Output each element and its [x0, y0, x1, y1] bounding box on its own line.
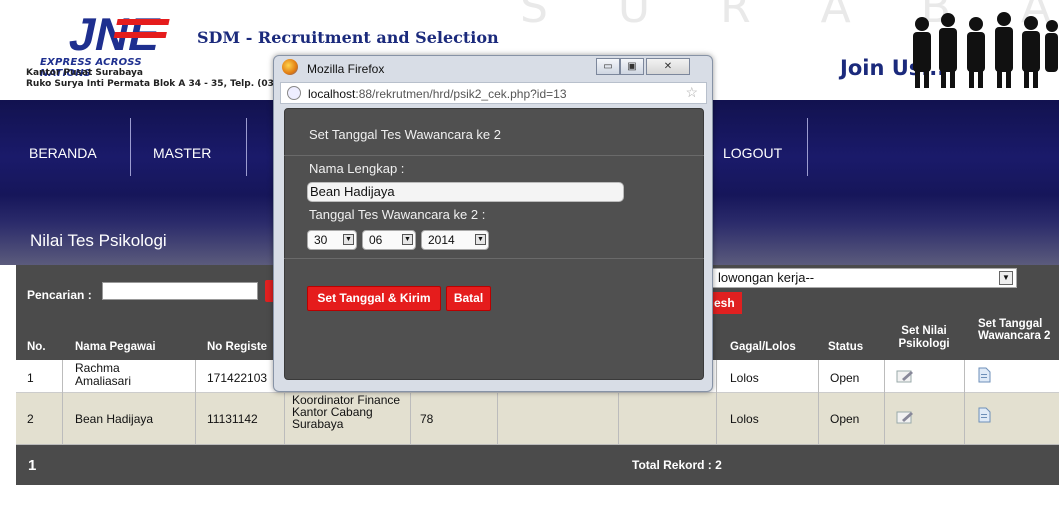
- table-footer: [16, 445, 1059, 485]
- window-title: Mozilla Firefox: [307, 62, 385, 76]
- date-label: Tanggal Tes Wawancara ke 2 :: [309, 207, 486, 222]
- day-select[interactable]: 30 ▼: [307, 230, 357, 250]
- divider: [284, 258, 704, 259]
- cell-gagal-lolos: Lolos: [730, 371, 759, 385]
- logo-red-stripe: [113, 32, 167, 38]
- page-title: Nilai Tes Psikologi: [30, 231, 167, 250]
- col-header-gagal-lolos: Gagal/Lolos: [730, 341, 796, 353]
- column-divider: [62, 360, 63, 445]
- col-header-noreg: No Registe: [207, 341, 268, 353]
- chevron-down-icon: ▼: [402, 234, 413, 245]
- cell-gagal-lolos: Lolos: [730, 412, 759, 426]
- firefox-icon: [282, 59, 298, 75]
- nav-item-beranda[interactable]: BERANDA: [29, 145, 97, 161]
- nav-item-logout[interactable]: LOGOUT: [723, 145, 782, 161]
- column-divider: [964, 360, 965, 445]
- window-titlebar[interactable]: Mozilla Firefox ▭ ▣ ✕: [274, 56, 712, 80]
- day-select-value: 30: [314, 233, 328, 247]
- cell-nama: Bean Hadijaya: [75, 412, 154, 426]
- footer-spacer: [16, 485, 1059, 509]
- year-select[interactable]: 2014 ▼: [421, 230, 489, 250]
- col-header-set-tanggal: Set Tanggal Wawancara 2: [978, 318, 1051, 342]
- logo-red-stripe: [116, 19, 170, 25]
- globe-icon: [287, 86, 301, 100]
- nav-separator: [807, 118, 808, 176]
- dialog-title: Set Tanggal Tes Wawancara ke 2: [309, 127, 501, 142]
- nav-separator: [246, 118, 247, 176]
- nav-separator: [130, 118, 131, 176]
- month-select-value: 06: [369, 233, 383, 247]
- edit-icon[interactable]: [896, 410, 914, 424]
- bookmark-star-icon[interactable]: ☆: [685, 84, 698, 101]
- edit-icon[interactable]: [896, 369, 914, 383]
- column-divider: [716, 360, 717, 445]
- column-divider: [497, 393, 498, 445]
- year-select-value: 2014: [428, 233, 455, 247]
- people-silhouette-icon: [913, 12, 1058, 88]
- column-divider: [195, 360, 196, 445]
- column-divider: [410, 393, 411, 445]
- cell-nilai: 78: [420, 412, 434, 426]
- chevron-down-icon: ▼: [343, 234, 354, 245]
- search-input[interactable]: [102, 282, 258, 300]
- cell-status: Open: [830, 412, 860, 426]
- office-address: Ruko Surya Inti Permata Blok A 34 - 35, …: [26, 79, 274, 89]
- divider: [284, 155, 704, 156]
- app-title: SDM - Recruitment and Selection: [197, 28, 499, 47]
- cell-jabatan: Koordinator Finance Kantor Cabang Suraba…: [292, 393, 401, 431]
- window-controls: ▭ ▣ ✕: [596, 58, 692, 75]
- office-name: Kantor Pusat Surabaya: [26, 68, 143, 78]
- firefox-popup-window: Mozilla Firefox ▭ ▣ ✕ localhost:88/rekru…: [273, 55, 713, 392]
- url-path: :88/rekrutmen/hrd/psik2_cek.php?id=13: [355, 87, 567, 101]
- refresh-button[interactable]: esh: [712, 292, 742, 314]
- minimize-button[interactable]: ▭: [596, 58, 620, 75]
- cell-status: Open: [830, 371, 860, 385]
- col-header-set-nilai: Set Nilai Psikologi: [898, 325, 950, 350]
- month-select[interactable]: 06 ▼: [362, 230, 416, 250]
- url-host: localhost: [308, 87, 356, 101]
- document-icon[interactable]: [977, 367, 991, 383]
- column-divider: [818, 360, 819, 445]
- name-field[interactable]: Bean Hadijaya: [307, 182, 624, 202]
- cell-no: 2: [27, 412, 34, 426]
- col-header-nama: Nama Pegawai: [75, 341, 156, 353]
- column-divider: [884, 360, 885, 445]
- total-records: Total Rekord : 2: [632, 458, 722, 472]
- name-label: Nama Lengkap :: [309, 161, 405, 176]
- search-label: Pencarian :: [27, 288, 92, 302]
- page: S U R A B A Y A JNE EXPRESS ACROSS NATIO…: [0, 0, 1059, 509]
- chevron-down-icon: ▼: [999, 271, 1013, 285]
- chevron-down-icon: ▼: [475, 234, 486, 245]
- vacancy-select[interactable]: lowongan kerja-- ▼: [712, 268, 1017, 288]
- column-divider: [284, 393, 285, 445]
- pagination-current-page[interactable]: 1: [28, 457, 36, 474]
- jne-logo-mark: JNE: [65, 8, 170, 56]
- cell-no: 1: [27, 371, 34, 385]
- url-text: localhost:88/rekrutmen/hrd/psik2_cek.php…: [308, 87, 567, 101]
- column-divider: [618, 393, 619, 445]
- vacancy-select-value: lowongan kerja--: [718, 270, 815, 285]
- close-button[interactable]: ✕: [646, 58, 690, 75]
- cancel-button[interactable]: Batal: [446, 286, 491, 311]
- col-header-no: No.: [27, 341, 46, 353]
- url-bar[interactable]: localhost:88/rekrutmen/hrd/psik2_cek.php…: [280, 82, 707, 104]
- document-icon[interactable]: [977, 407, 991, 423]
- cell-nama: Rachma Amaliasari: [75, 361, 132, 388]
- col-header-status: Status: [828, 341, 864, 353]
- cell-noreg: 171422103: [207, 371, 268, 385]
- set-date-and-send-button[interactable]: Set Tanggal & Kirim: [307, 286, 441, 311]
- nav-item-master[interactable]: MASTER: [153, 145, 211, 161]
- maximize-button[interactable]: ▣: [620, 58, 644, 75]
- cell-noreg: 11131142: [207, 412, 258, 426]
